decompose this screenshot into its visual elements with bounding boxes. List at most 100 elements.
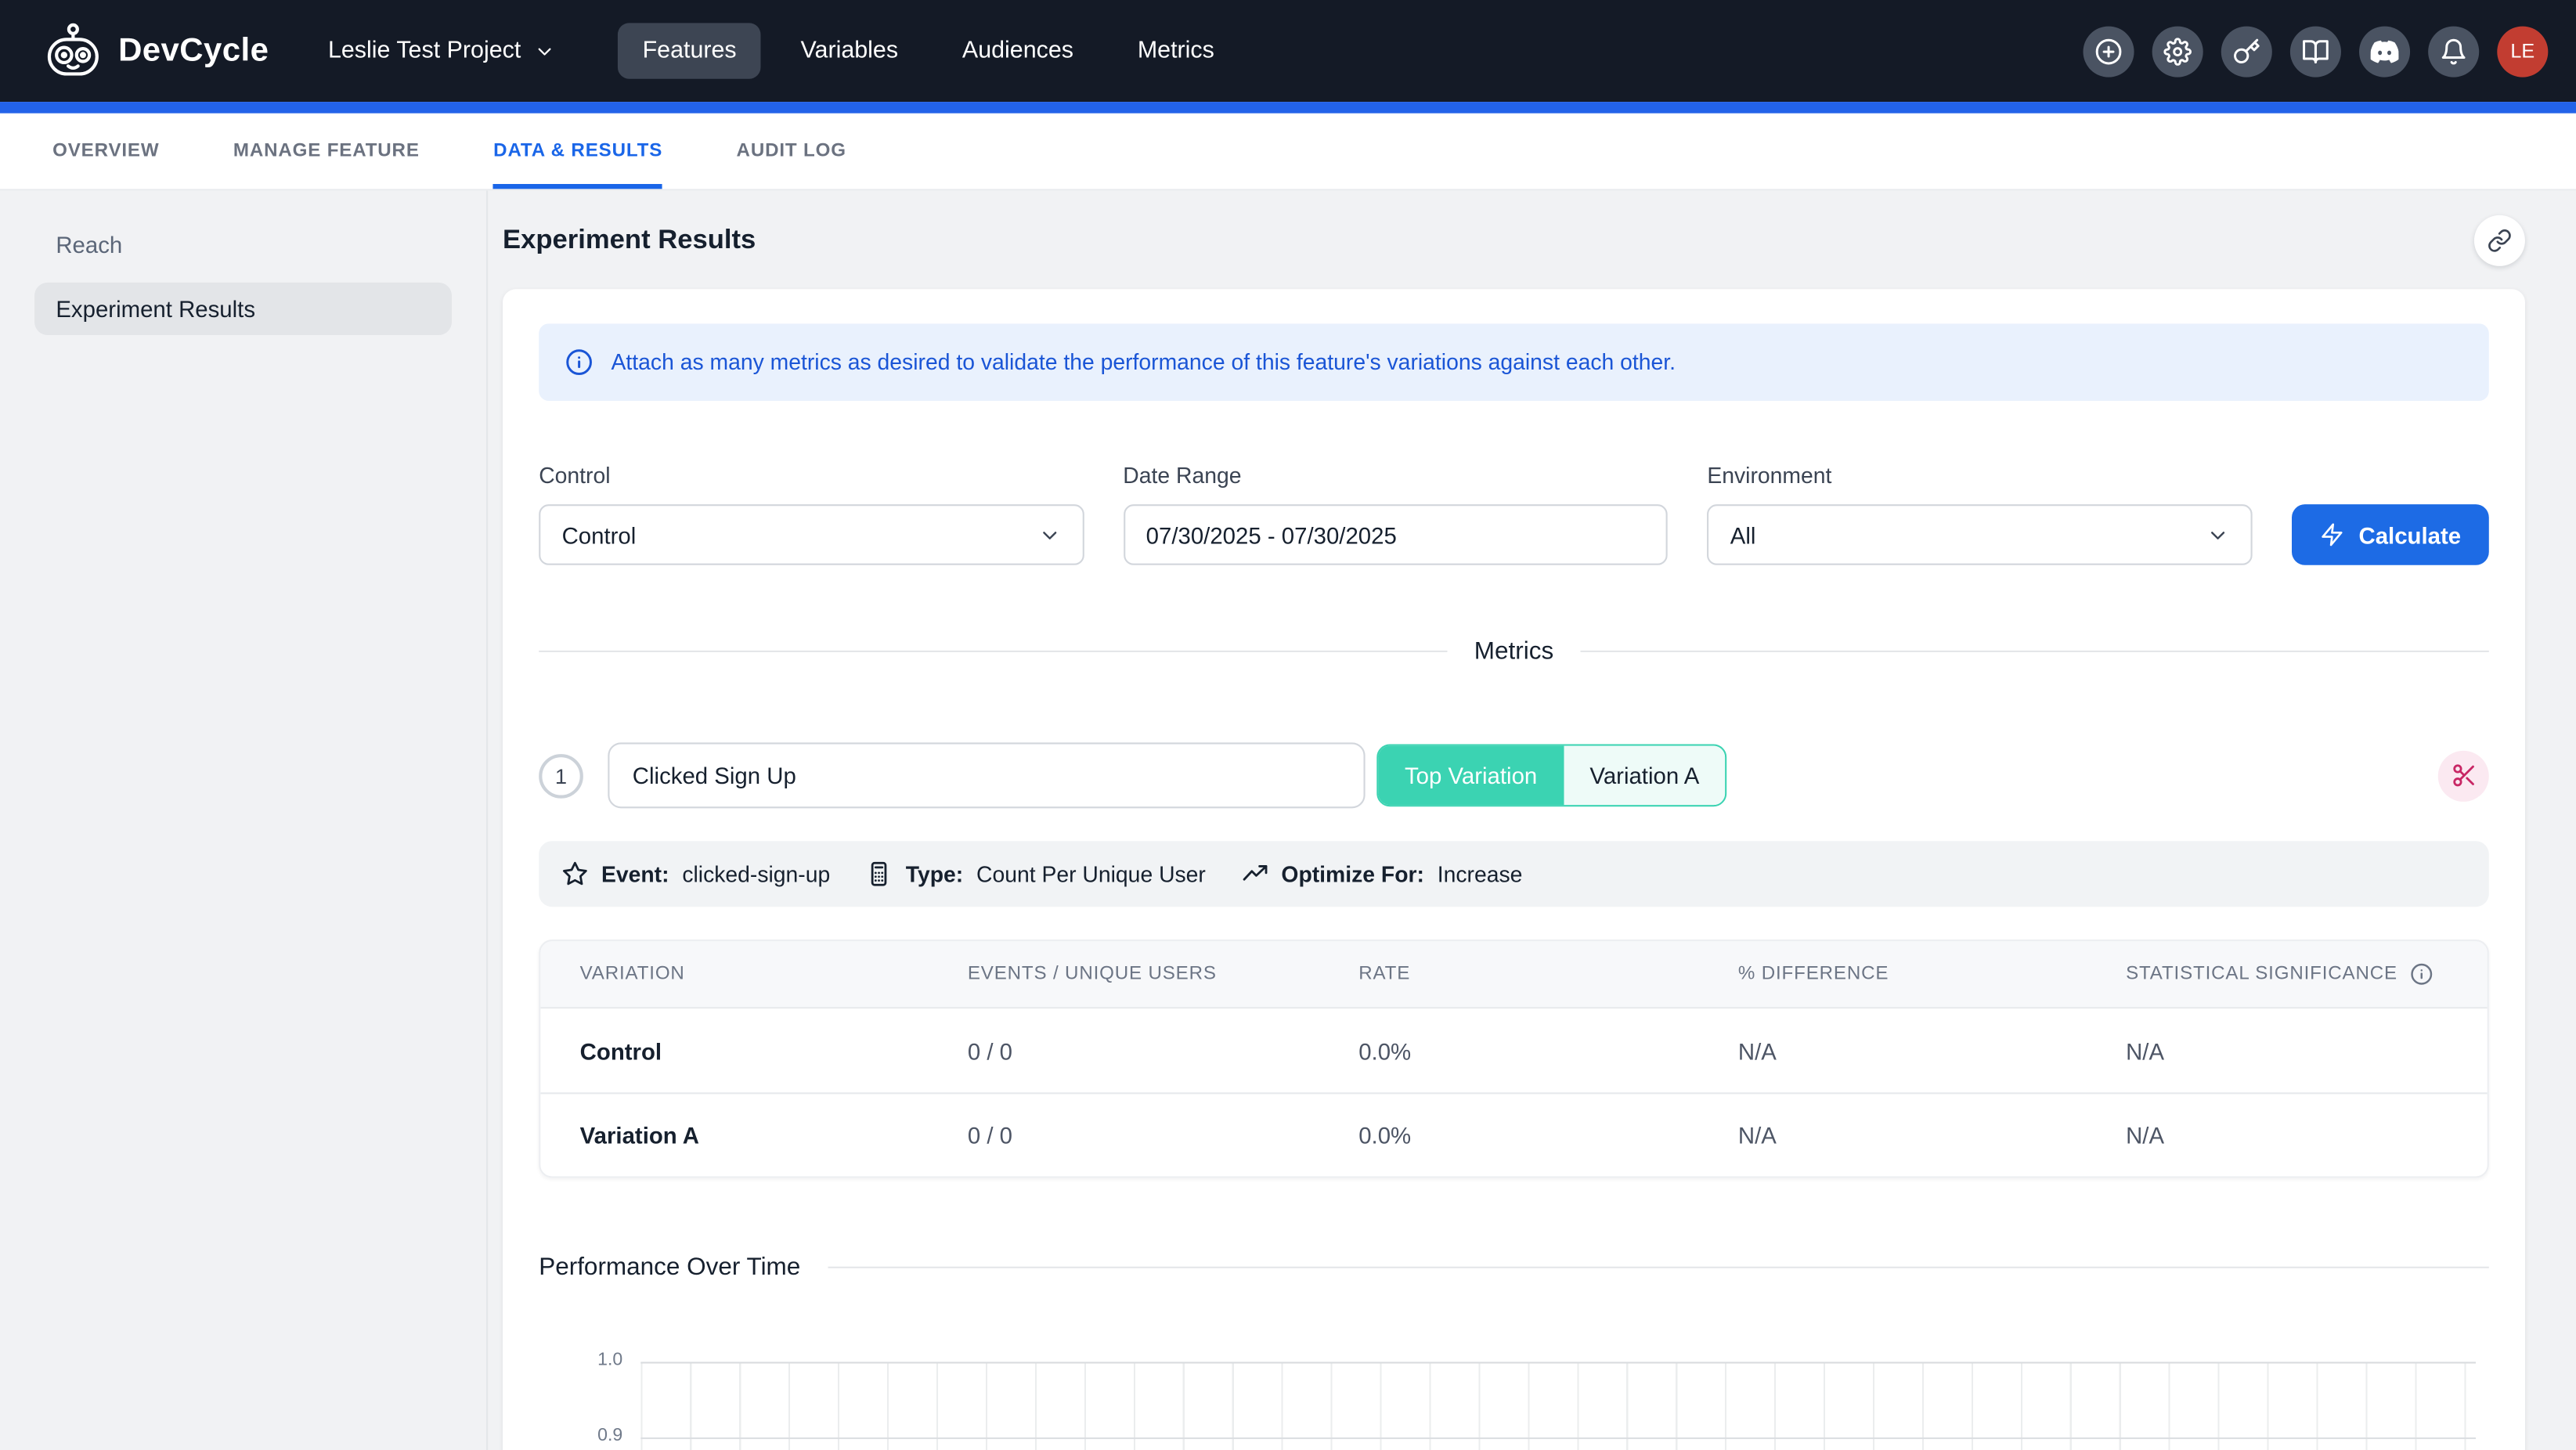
- discord-icon: [2371, 37, 2399, 65]
- navbar-actions: LE: [2084, 26, 2549, 77]
- cell-significance: N/A: [2087, 1122, 2488, 1149]
- metric-meta-bar: Event: clicked-sign-up Type: Count Per U…: [539, 841, 2489, 907]
- chart-y-axis: 1.0 0.9: [539, 1362, 640, 1450]
- control-label: Control: [539, 463, 1084, 488]
- cell-rate: 0.0%: [1319, 1122, 1699, 1149]
- main-panel: Experiment Results Attach as many metric…: [488, 190, 2576, 1450]
- cell-events: 0 / 0: [928, 1122, 1319, 1149]
- info-circle-icon: [565, 348, 593, 377]
- remove-metric-button[interactable]: [2438, 750, 2489, 801]
- event-value: clicked-sign-up: [682, 862, 830, 886]
- y-tick: 1.0: [597, 1351, 622, 1370]
- project-selector[interactable]: Leslie Test Project: [328, 38, 555, 64]
- discord-button[interactable]: [2359, 26, 2410, 77]
- cell-rate: 0.0%: [1319, 1037, 1699, 1064]
- nav-item-audiences[interactable]: Audiences: [937, 23, 1098, 78]
- control-select[interactable]: Control: [539, 504, 1084, 565]
- key-icon: [2232, 37, 2260, 65]
- tab-audit-log[interactable]: AUDIT LOG: [737, 114, 846, 189]
- metric-row: 1 Clicked Sign Up Top Variation Variatio…: [539, 742, 2489, 808]
- calculate-button-label: Calculate: [2359, 521, 2462, 548]
- devcycle-robot-icon: [45, 21, 104, 81]
- y-tick: 0.9: [597, 1426, 622, 1445]
- tab-data-and-results[interactable]: DATA & RESULTS: [493, 114, 662, 189]
- metric-optimize-for: Optimize For: Increase: [1242, 860, 1522, 887]
- create-button[interactable]: [2084, 26, 2134, 77]
- optimize-label: Optimize For:: [1281, 862, 1424, 886]
- results-sidebar: Reach Experiment Results: [0, 190, 488, 1450]
- accent-bar: [0, 102, 2576, 114]
- tab-manage-feature[interactable]: MANAGE FEATURE: [233, 114, 420, 189]
- api-keys-button[interactable]: [2221, 26, 2272, 77]
- header-rate: RATE: [1319, 965, 1699, 984]
- settings-button[interactable]: [2152, 26, 2203, 77]
- top-navbar: DevCycle Leslie Test Project Features Va…: [0, 0, 2576, 102]
- nav-item-variables[interactable]: Variables: [776, 23, 923, 78]
- devcycle-logo[interactable]: DevCycle: [45, 21, 269, 81]
- environment-select[interactable]: All: [1707, 504, 2252, 565]
- nav-item-metrics[interactable]: Metrics: [1113, 23, 1239, 78]
- calculator-icon: [866, 860, 893, 887]
- metrics-divider: Metrics: [539, 637, 2489, 665]
- performance-title: Performance Over Time: [539, 1253, 800, 1282]
- metric-type: Type: Count Per Unique User: [866, 860, 1205, 887]
- page-title: Experiment Results: [503, 224, 756, 255]
- link-icon: [2488, 228, 2512, 252]
- chevron-down-icon: [2206, 523, 2228, 546]
- cell-variation: Control: [540, 1037, 928, 1064]
- notifications-button[interactable]: [2428, 26, 2479, 77]
- results-table: VARIATION EVENTS / UNIQUE USERS RATE % D…: [539, 940, 2489, 1178]
- date-range-label: Date Range: [1123, 463, 1668, 488]
- table-row-control: Control 0 / 0 0.0% N/A N/A: [540, 1008, 2487, 1092]
- header-variation: VARIATION: [540, 965, 928, 984]
- sidebar-item-reach[interactable]: Reach: [34, 218, 452, 271]
- date-range-input[interactable]: 07/30/2025 - 07/30/2025: [1123, 504, 1668, 565]
- sidebar-item-experiment-results[interactable]: Experiment Results: [34, 283, 452, 335]
- table-row-variation-a: Variation A 0 / 0 0.0% N/A N/A: [540, 1092, 2487, 1176]
- calculate-button[interactable]: Calculate: [2291, 504, 2488, 565]
- divider-line: [828, 1267, 2489, 1268]
- divider-line: [539, 651, 1448, 652]
- table-header-row: VARIATION EVENTS / UNIQUE USERS RATE % D…: [540, 941, 2487, 1008]
- type-label: Type:: [906, 862, 963, 886]
- metric-name-input[interactable]: Clicked Sign Up: [608, 742, 1365, 808]
- toggle-variation-a[interactable]: Variation A: [1564, 746, 1726, 806]
- date-range-value: 07/30/2025 - 07/30/2025: [1146, 521, 1397, 548]
- info-circle-icon[interactable]: [2411, 963, 2433, 986]
- date-range-field: Date Range 07/30/2025 - 07/30/2025: [1123, 463, 1668, 565]
- environment-label: Environment: [1707, 463, 2252, 488]
- toggle-top-variation[interactable]: Top Variation: [1378, 746, 1563, 806]
- variation-toggle: Top Variation Variation A: [1376, 744, 1727, 806]
- docs-button[interactable]: [2290, 26, 2341, 77]
- info-banner-text: Attach as many metrics as desired to val…: [612, 350, 1676, 374]
- header-statistical-significance-label: STATISTICAL SIGNIFICANCE: [2126, 965, 2397, 984]
- chevron-down-icon: [534, 40, 555, 61]
- feature-tabbar: OVERVIEW MANAGE FEATURE DATA & RESULTS A…: [0, 114, 2576, 191]
- cell-variation: Variation A: [540, 1122, 928, 1149]
- app-window: DevCycle Leslie Test Project Features Va…: [0, 0, 2576, 1450]
- nav-item-features[interactable]: Features: [618, 23, 761, 78]
- content-area: Reach Experiment Results Experiment Resu…: [0, 190, 2576, 1450]
- book-open-icon: [2302, 37, 2330, 65]
- filters-row: Control Control Date Range 07/30/2025 - …: [539, 463, 2489, 565]
- gear-icon: [2163, 37, 2192, 65]
- page-header: Experiment Results: [503, 190, 2525, 289]
- metrics-divider-label: Metrics: [1474, 637, 1553, 665]
- copy-link-button[interactable]: [2474, 215, 2525, 265]
- plus-circle-icon: [2094, 37, 2123, 65]
- metric-index-badge: 1: [539, 753, 583, 798]
- divider-line: [1580, 651, 2489, 652]
- cell-difference: N/A: [1699, 1122, 2087, 1149]
- chart-plot-area: [640, 1362, 2476, 1450]
- project-selector-label: Leslie Test Project: [328, 38, 521, 64]
- user-avatar[interactable]: LE: [2497, 26, 2548, 77]
- logo-wordmark: DevCycle: [118, 32, 269, 70]
- type-value: Count Per Unique User: [976, 862, 1206, 886]
- star-icon: [562, 860, 589, 887]
- environment-select-value: All: [1730, 521, 1756, 548]
- tab-overview[interactable]: OVERVIEW: [52, 114, 159, 189]
- metric-event: Event: clicked-sign-up: [562, 860, 831, 887]
- performance-chart: 1.0 0.9: [539, 1362, 2489, 1450]
- info-banner: Attach as many metrics as desired to val…: [539, 323, 2489, 401]
- cell-significance: N/A: [2087, 1037, 2488, 1064]
